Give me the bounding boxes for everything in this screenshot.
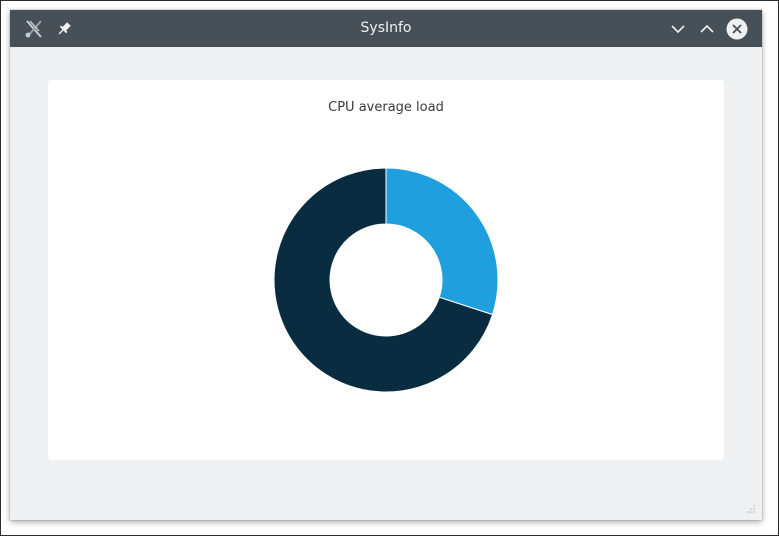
title-bar[interactable]: SysInfo [10, 10, 762, 47]
resize-grip-icon[interactable] [746, 504, 756, 514]
donut-slice-0 [385, 167, 499, 316]
app-icon[interactable] [21, 16, 47, 42]
donut-chart [273, 167, 499, 393]
pin-icon[interactable] [51, 16, 77, 42]
maximize-button[interactable] [694, 16, 720, 42]
chevron-up-icon [700, 24, 714, 33]
close-button[interactable] [724, 16, 750, 42]
app-window: SysInfo CPU average load [10, 10, 762, 520]
chevron-down-icon [671, 25, 685, 34]
close-icon [726, 18, 748, 40]
window-title: SysInfo [360, 20, 412, 36]
chart-panel: CPU average load [48, 80, 724, 460]
minimize-button[interactable] [665, 16, 691, 42]
